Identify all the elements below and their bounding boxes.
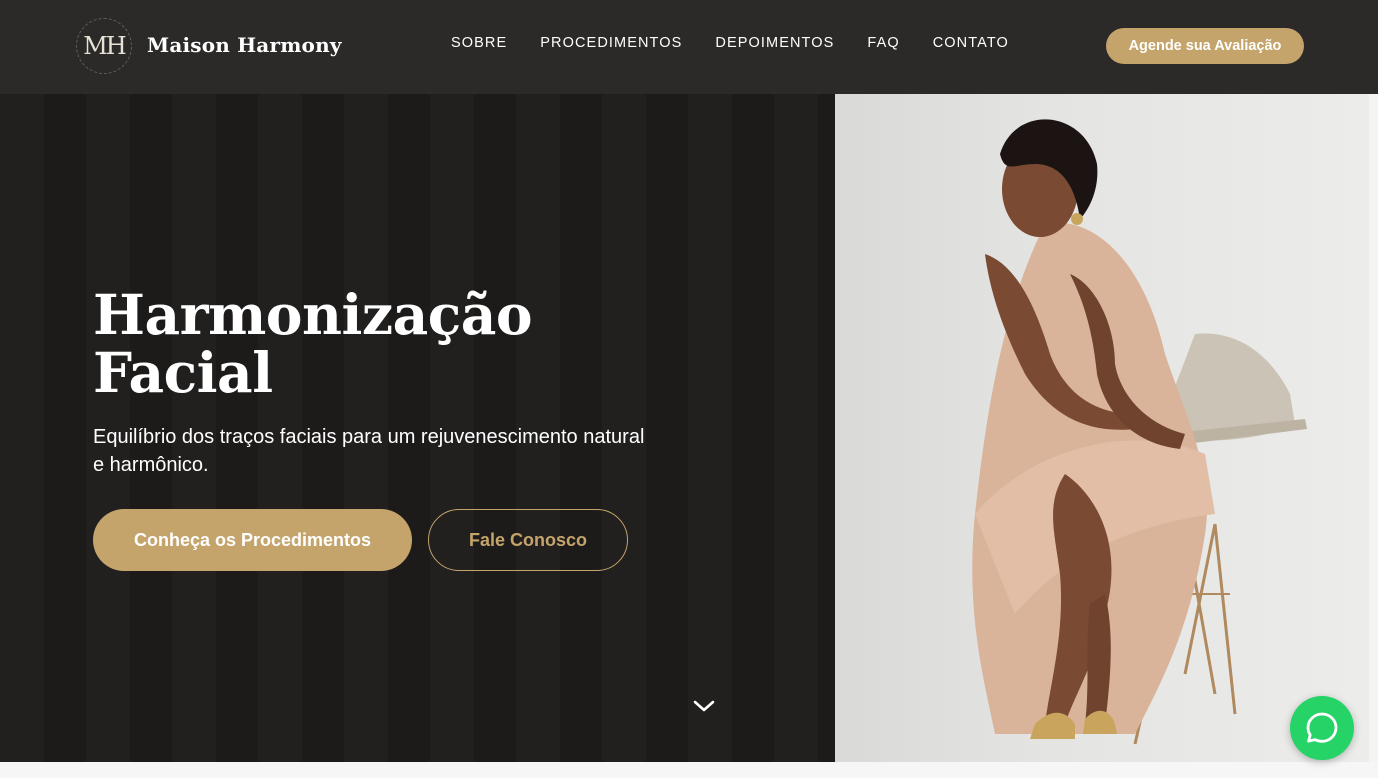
nav-item-procedimentos[interactable]: PROCEDIMENTOS: [540, 35, 682, 55]
schedule-evaluation-button[interactable]: Agende sua Avaliação: [1106, 28, 1304, 64]
main-nav: SOBRE PROCEDIMENTOS DEPOIMENTOS FAQ CONT…: [451, 35, 1042, 55]
brand-name[interactable]: Maison Harmony: [147, 33, 342, 57]
chevron-down-icon[interactable]: [692, 697, 716, 715]
woman-figure: [972, 119, 1215, 739]
contact-button[interactable]: Fale Conosco: [428, 509, 628, 571]
hero-title-line2: Facial: [93, 340, 273, 405]
whatsapp-icon: [1306, 712, 1338, 743]
nav-item-contato[interactable]: CONTATO: [933, 35, 1009, 55]
procedures-button[interactable]: Conheça os Procedimentos: [93, 509, 412, 571]
top-navbar: MH Maison Harmony SOBRE PROCEDIMENTOS DE…: [0, 0, 1378, 94]
nav-item-faq[interactable]: FAQ: [867, 35, 899, 55]
nav-item-depoimentos[interactable]: DEPOIMENTOS: [715, 35, 834, 55]
nav-item-sobre[interactable]: SOBRE: [451, 35, 507, 55]
brand-monogram: MH: [83, 32, 126, 60]
page-edge: [1369, 94, 1378, 778]
hero-title: Harmonização Facial: [93, 286, 653, 402]
next-section-edge: [0, 762, 1378, 778]
whatsapp-button[interactable]: [1290, 696, 1354, 760]
hero-subtitle: Equilíbrio dos traços faciais para um re…: [93, 426, 645, 476]
brand-logo-icon[interactable]: MH: [76, 18, 132, 74]
hero-title-line1: Harmonização: [93, 282, 533, 347]
woman-portrait-photo: [835, 94, 1369, 762]
